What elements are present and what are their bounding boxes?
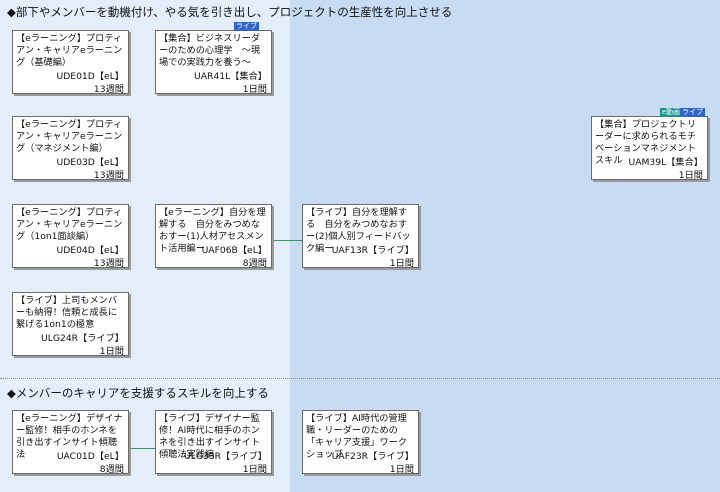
section-title-career-support: ◆メンバーのキャリアを支援するスキルを向上する — [7, 386, 269, 400]
course-card-uar41l[interactable]: ライブ 【集合】ビジネスリーダーのための心理学 ～現場での実践力を養う～ UAR… — [155, 22, 272, 95]
course-code: UAR41L【集合】 — [194, 71, 267, 82]
course-code: ULG24R【ライブ】 — [41, 333, 124, 344]
course-code: UAC01D【eL】 — [56, 451, 124, 462]
course-duration: 1日間 — [242, 464, 267, 475]
course-duration: 8週間 — [99, 464, 124, 475]
live-badge: ライブ — [680, 108, 705, 117]
course-duration: 8週間 — [242, 258, 267, 269]
course-card-uac01d[interactable]: 【eラーニング】デザイナー監修！相手のホンネを引き出すインサイト傾聴法 UAC0… — [12, 410, 129, 475]
connector-uaf06b-uaf13r — [273, 240, 302, 241]
course-code: UAF13R【ライブ】 — [331, 245, 414, 256]
course-card-uaf23r[interactable]: 【ライブ】AI時代の管理職・リーダーのための「キャリア支援」ワークショップ UA… — [302, 410, 419, 475]
course-duration: 13週間 — [93, 84, 124, 95]
course-title: 【eラーニング】プロティアン・キャリアeラーニング（基礎編） — [16, 33, 123, 68]
course-code: ULG33R【ライブ】 — [184, 451, 267, 462]
course-duration: 1日間 — [99, 346, 124, 357]
course-duration: 1日間 — [389, 258, 414, 269]
course-code: UAM39L【集合】 — [628, 157, 704, 168]
video-badge: e動画 — [659, 108, 682, 117]
course-card-ulg33r[interactable]: 【ライブ】デザイナー監修！AI時代に相手のホンネを引き出すインサイト傾聴法実践編… — [155, 410, 272, 475]
course-duration: 13週間 — [93, 258, 124, 269]
course-card-ude03d[interactable]: 【eラーニング】プロティアン・キャリアeラーニング（マネジメント編） UDE03… — [12, 116, 129, 181]
course-duration: 1日間 — [389, 464, 414, 475]
course-title: 【eラーニング】プロティアン・キャリアeラーニング（マネジメント編） — [16, 119, 123, 154]
section-divider — [0, 378, 720, 379]
course-card-uaf13r[interactable]: 【ライブ】自分を理解する 自分をみつめなおすー(2)個人別フィードバック編ー U… — [302, 204, 419, 269]
course-duration: 13週間 — [93, 170, 124, 181]
course-card-ulg24r[interactable]: 【ライブ】上司もメンバーも納得！信頼と成長に繋げる1on1の極意 ULG24R【… — [12, 292, 129, 357]
course-card-ude04d[interactable]: 【eラーニング】プロティアン・キャリアeラーニング（1on1面談編） UDE04… — [12, 204, 129, 269]
live-badge: ライブ — [234, 22, 259, 31]
course-duration: 1日間 — [678, 170, 703, 181]
section-title-motivation: ◆部下やメンバーを動機付け、やる気を引き出し、プロジェクトの生産性を向上させる — [7, 5, 453, 19]
course-card-uaf06b[interactable]: 【eラーニング】自分を理解する 自分をみつめなおすー(1)人材アセスメント活用編… — [155, 204, 272, 269]
course-title: 【eラーニング】プロティアン・キャリアeラーニング（1on1面談編） — [16, 207, 123, 242]
course-title: 【ライブ】上司もメンバーも納得！信頼と成長に繋げる1on1の極意 — [16, 295, 118, 330]
course-card-ude01d[interactable]: 【eラーニング】プロティアン・キャリアeラーニング（基礎編） UDE01D【eL… — [12, 30, 129, 95]
connector-uac01d-ulg33r — [131, 448, 155, 449]
course-code: UAF06B【eL】 — [201, 245, 267, 256]
course-code: UDE03D【eL】 — [56, 157, 124, 168]
course-card-uam39l[interactable]: e動画 ライブ 【集合】プロジェクトリーダーに求められるモチベーションマネジメン… — [591, 108, 708, 181]
course-duration: 1日間 — [242, 84, 267, 95]
course-code: UAF23R【ライブ】 — [331, 451, 414, 462]
course-title: 【集合】ビジネスリーダーのための心理学 ～現場での実践力を養う～ — [159, 33, 261, 68]
course-code: UDE01D【eL】 — [56, 71, 124, 82]
course-code: UDE04D【eL】 — [56, 245, 124, 256]
